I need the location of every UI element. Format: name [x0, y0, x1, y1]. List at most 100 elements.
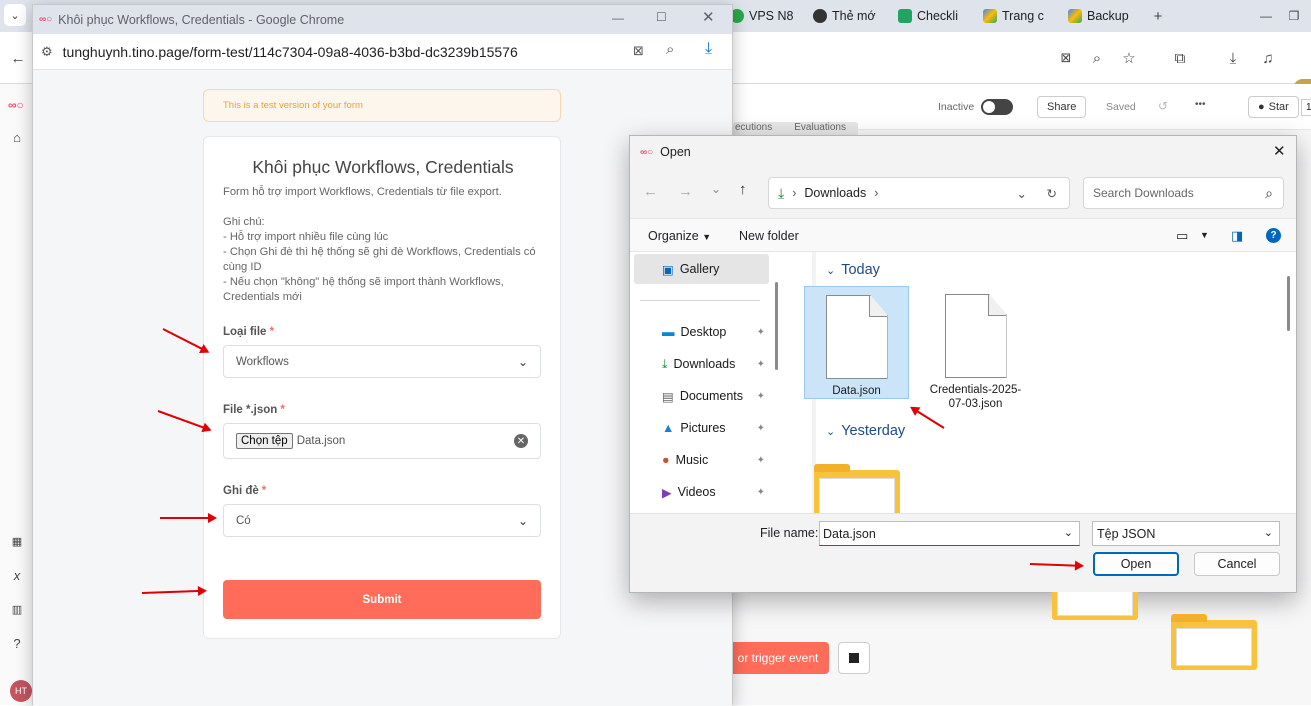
path-breadcrumb[interactable]: ⤓ › Downloads › ⌄ ↻ — [768, 177, 1070, 209]
chevron-down-icon: ⌄ — [517, 513, 528, 528]
bg-tab-backup[interactable]: Backup — [1068, 4, 1133, 28]
form-card: Khôi phục Workflows, Credentials Form hỗ… — [203, 136, 561, 639]
cancel-button[interactable]: Cancel — [1194, 552, 1280, 576]
insights-icon[interactable]: ▥ — [8, 600, 26, 618]
help-icon[interactable]: ? — [8, 634, 26, 652]
github-icon: ● — [1258, 101, 1265, 113]
github-star-button[interactable]: ● Star — [1248, 96, 1299, 118]
url-text[interactable]: tunghuynh.tino.page/form-test/114c7304-0… — [63, 44, 518, 60]
stop-icon — [849, 653, 859, 663]
group-yesterday[interactable]: ⌄ Yesterday — [826, 423, 905, 439]
submit-button[interactable]: Submit — [223, 580, 541, 619]
nav-music[interactable]: ● Music ✦ — [634, 445, 769, 475]
file-type-select[interactable]: Workflows ⌄ — [223, 345, 541, 378]
recent-locations-icon[interactable]: ⌄ — [711, 182, 721, 196]
file-name-input[interactable]: Data.json ⌄ — [819, 521, 1080, 546]
zoom-icon[interactable]: ⌕ — [1085, 46, 1109, 70]
nav-scrollbar[interactable] — [775, 282, 778, 370]
restore-icon[interactable]: ❐ — [1282, 4, 1306, 28]
bg-tab-trang[interactable]: Trang c — [983, 4, 1048, 28]
file-data-json[interactable]: Data.json — [804, 286, 909, 399]
caret-down-icon[interactable]: ▼ — [1200, 230, 1209, 240]
translate-icon[interactable]: ⊠ — [633, 43, 644, 59]
nav-documents[interactable]: ▤ Documents ✦ — [634, 381, 769, 411]
download-icon[interactable]: ⤓ — [1221, 46, 1245, 70]
site-info-icon[interactable]: ⚙ — [41, 44, 53, 60]
view-options-icon[interactable]: ▭ — [1176, 228, 1188, 244]
star-count: 1 — [1301, 99, 1311, 116]
avatar[interactable]: HT — [10, 680, 32, 702]
minimize-icon[interactable]: — — [1254, 4, 1278, 28]
more-menu[interactable]: ••• — [1195, 99, 1206, 110]
annotation-arrow — [160, 513, 217, 523]
folder-preview — [819, 478, 895, 516]
file-credentials-json[interactable]: Credentials-2025-07-03.json — [923, 286, 1028, 411]
test-version-banner: This is a test version of your form — [203, 89, 561, 122]
bookmark-star-icon[interactable]: ☆ — [1117, 46, 1141, 70]
group-today[interactable]: ⌄ Today — [826, 262, 880, 278]
overwrite-select[interactable]: Có ⌄ — [223, 504, 541, 537]
close-icon[interactable]: ✕ — [702, 8, 715, 26]
json-file-icon — [944, 294, 1007, 378]
file-type-select[interactable]: Tệp JSON ⌄ — [1092, 521, 1280, 546]
share-button[interactable]: Share — [1037, 96, 1087, 118]
templates-icon[interactable]: ▦ — [8, 532, 26, 550]
refresh-icon[interactable]: ↻ — [1047, 186, 1057, 201]
popup-title: Khôi phục Workflows, Credentials - Googl… — [58, 12, 345, 27]
dialog-title-bar: ∞○ Open ✕ — [630, 136, 1296, 168]
translate-icon[interactable]: ⊠ — [1054, 46, 1078, 70]
desktop-icon: ▬ — [662, 325, 675, 339]
tab-evaluations[interactable]: Evaluations — [794, 122, 846, 136]
maximize-icon[interactable]: ☐ — [656, 10, 667, 24]
close-icon[interactable]: ✕ — [1273, 142, 1286, 160]
zoom-icon[interactable]: ⌕ — [666, 41, 674, 58]
up-arrow-icon[interactable]: ↑ — [739, 181, 747, 198]
gallery-icon: ▣ — [662, 262, 674, 277]
search-input[interactable]: Search Downloads ⌕ — [1083, 177, 1284, 209]
nav-gallery[interactable]: ▣ Gallery — [634, 254, 769, 284]
preview-pane-icon[interactable]: ◨ — [1231, 228, 1243, 244]
folder-thumbnail[interactable] — [1171, 614, 1257, 670]
clear-file-icon[interactable]: ✕ — [514, 434, 528, 448]
active-toggle[interactable] — [981, 99, 1013, 115]
trigger-event-button[interactable]: or trigger event — [727, 642, 829, 674]
nav-pictures[interactable]: ▲ Pictures ✦ — [634, 413, 769, 443]
chevron-right-icon: › — [792, 186, 797, 200]
bg-tab-vps[interactable]: VPS N8 — [730, 4, 795, 28]
new-folder-button[interactable]: New folder — [739, 229, 799, 243]
bg-tab-the[interactable]: Thẻ mớ — [813, 4, 878, 28]
download-icon[interactable]: ⤓ — [705, 40, 712, 58]
minimize-icon[interactable]: — — [612, 11, 624, 25]
nav-downloads[interactable]: ⤓ Downloads ✦ — [634, 349, 769, 379]
back-arrow-icon[interactable]: ← — [6, 46, 30, 70]
choose-file-button[interactable]: Chọn tệp — [236, 433, 293, 449]
videos-icon: ▶ — [662, 485, 672, 500]
overwrite-value: Có — [236, 514, 251, 527]
chevron-down-icon[interactable]: ⌄ — [1017, 186, 1027, 201]
chevron-down-icon[interactable]: ⌄ — [1064, 526, 1073, 539]
stop-button[interactable] — [838, 642, 870, 674]
home-icon[interactable]: ⌂ — [8, 128, 26, 146]
pin-icon: ✦ — [756, 454, 765, 466]
extensions-icon[interactable]: ⧉ — [1168, 46, 1192, 70]
organize-menu[interactable]: Organize ▼ — [648, 229, 711, 243]
popup-title-bar: ∞○ Khôi phục Workflows, Credentials - Go… — [33, 5, 732, 34]
folder-preview — [1176, 628, 1252, 666]
file-list-scrollbar[interactable] — [1287, 276, 1290, 331]
nav-desktop[interactable]: ▬ Desktop ✦ — [634, 317, 769, 347]
variables-icon[interactable]: x — [8, 566, 26, 584]
nav-videos[interactable]: ▶ Videos ✦ — [634, 477, 769, 507]
bg-tab-checklist[interactable]: Checkli — [898, 4, 963, 28]
history-icon[interactable]: ↺ — [1158, 99, 1168, 113]
new-tab-button[interactable]: + — [1146, 4, 1170, 28]
tab-executions[interactable]: ecutions — [735, 122, 772, 136]
forward-arrow-icon[interactable]: → — [678, 183, 693, 200]
help-icon[interactable]: ? — [1266, 228, 1281, 243]
media-control-icon[interactable]: ♫ — [1256, 46, 1280, 70]
back-arrow-icon[interactable]: ← — [643, 183, 658, 200]
open-button[interactable]: Open — [1093, 552, 1179, 576]
tab-search-chevron-icon[interactable]: ⌄ — [4, 4, 26, 26]
drive-icon — [1068, 9, 1082, 23]
file-name-value: Data.json — [823, 527, 876, 541]
breadcrumb-downloads[interactable]: Downloads — [804, 186, 866, 200]
